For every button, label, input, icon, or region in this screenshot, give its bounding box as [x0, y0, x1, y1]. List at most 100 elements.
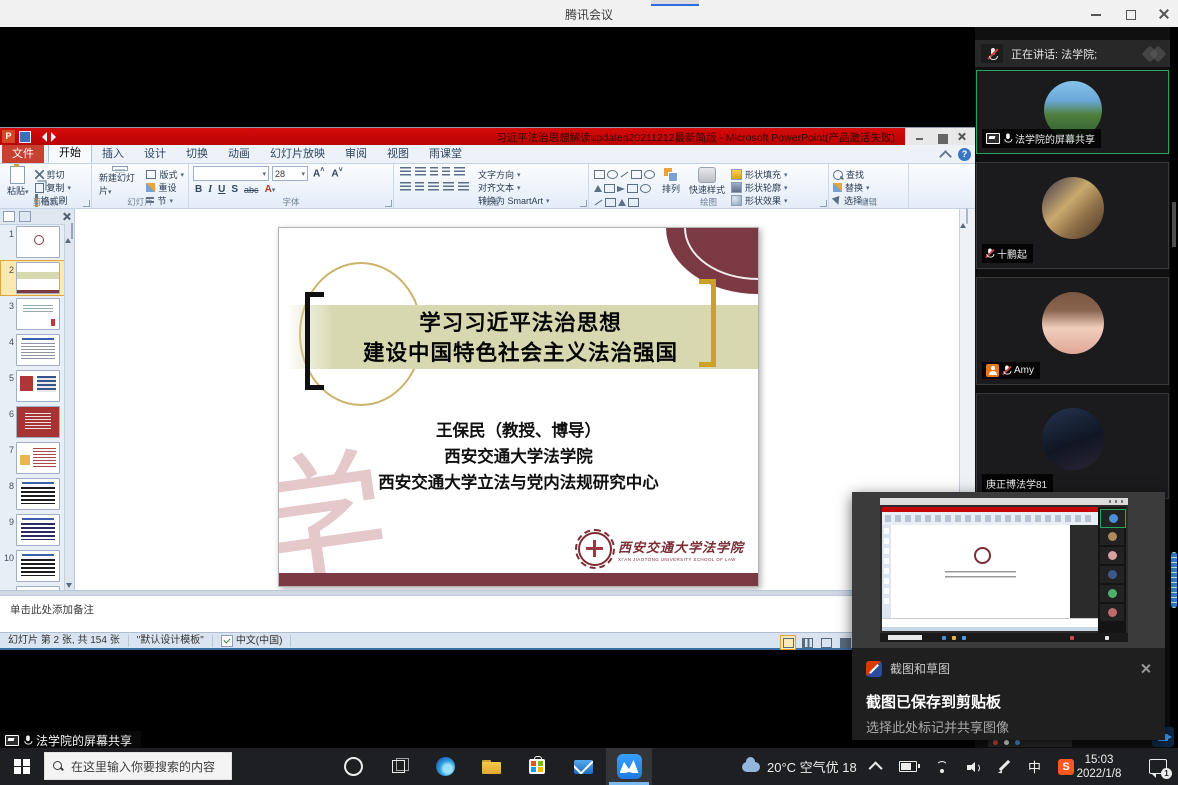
panel-scrollbar[interactable] [64, 224, 74, 590]
outline-tab-icon[interactable] [19, 211, 31, 222]
shape-outline-button[interactable]: 形状轮廓▾ [731, 181, 788, 194]
slide-canvas[interactable]: 学 学习习近平法治思想 建设中国特色社会主义法治强国 王保民（教授、博导） 西安… [75, 209, 959, 590]
minimize-icon[interactable] [1090, 8, 1102, 20]
slide-sorter-view-button[interactable] [799, 635, 815, 650]
quick-styles-button[interactable]: 快速样式 [686, 166, 728, 197]
font-color-button[interactable]: A▾ [263, 184, 278, 195]
justify-icon[interactable] [443, 182, 454, 191]
align-text-button[interactable]: 对齐文本▾ [478, 181, 550, 194]
sidebar-scrollbar-thumb[interactable] [1171, 552, 1177, 608]
bold-button[interactable]: B [193, 184, 204, 195]
help-icon[interactable]: ? [958, 148, 971, 161]
collapse-ribbon-icon[interactable] [939, 150, 952, 163]
mic-muted-box[interactable] [981, 44, 1003, 63]
bullets-icon[interactable] [400, 167, 411, 176]
action-center-button[interactable]: 1 [1138, 748, 1178, 785]
tab-file[interactable]: 文件 [2, 143, 44, 163]
font-name-select[interactable]: ▾ [193, 166, 269, 181]
font-size-select[interactable]: 28▾ [272, 166, 308, 181]
line-spacing-icon[interactable] [454, 167, 465, 176]
participant-tile-4[interactable]: 庚正博法学81 [976, 393, 1169, 499]
tencent-meeting-button[interactable] [606, 748, 652, 785]
screenshot-preview[interactable] [880, 498, 1128, 642]
redo-icon[interactable] [51, 132, 61, 142]
start-button[interactable] [0, 748, 44, 785]
ppt-restore-icon[interactable] [936, 132, 945, 141]
taskbar-search-input[interactable]: 在这里输入你要搜索的内容 [44, 752, 232, 780]
slides-tab-icon[interactable] [3, 211, 15, 222]
thumbnail-4[interactable]: 4 [0, 332, 65, 368]
text-shadow-button[interactable]: S [229, 184, 240, 195]
replace-button[interactable]: 替换▾ [833, 181, 904, 194]
thumbnail-8[interactable]: 8 [0, 476, 65, 512]
panel-close-icon[interactable] [62, 212, 71, 221]
arrange-button[interactable]: 排列 [659, 166, 683, 197]
normal-view-button[interactable] [780, 635, 796, 650]
grow-font-button[interactable]: A˄ [311, 167, 326, 179]
toast-close-icon[interactable] [1140, 663, 1151, 674]
powerpoint-app-icon[interactable]: P [2, 130, 15, 143]
status-template[interactable]: "默认设计模板" [129, 635, 213, 647]
tab-animations[interactable]: 动画 [218, 143, 260, 163]
close-icon[interactable] [1158, 8, 1170, 20]
tab-slideshow[interactable]: 幻灯片放映 [260, 143, 335, 163]
mail-button[interactable] [560, 748, 606, 785]
tab-transitions[interactable]: 切换 [176, 143, 218, 163]
wifi-icon[interactable] [934, 761, 950, 773]
reading-view-button[interactable] [818, 635, 834, 650]
italic-button[interactable]: I [206, 184, 214, 195]
thumbnail-1[interactable]: 1 [0, 224, 65, 260]
speaker-icon[interactable] [967, 761, 981, 773]
hidden-icons-chevron[interactable] [869, 761, 883, 775]
find-button[interactable]: 查找 [833, 168, 904, 181]
columns-icon[interactable] [458, 182, 469, 191]
layout-button[interactable]: 版式▾ [146, 168, 184, 181]
tab-view[interactable]: 视图 [377, 143, 419, 163]
edge-button[interactable] [422, 748, 468, 785]
ppt-minimize-icon[interactable] [915, 132, 924, 141]
undo-icon[interactable] [37, 132, 47, 142]
ime-indicator[interactable]: 中 [1028, 757, 1041, 776]
thumbnail-6[interactable]: 6 [0, 404, 65, 440]
toast-title[interactable]: 截图已保存到剪贴板 [866, 691, 1151, 712]
toast-body[interactable]: 选择此处标记并共享图像 [866, 717, 1151, 736]
thumbnail-3[interactable]: 3 [0, 296, 65, 332]
participant-tile-3[interactable]: Amy [976, 277, 1169, 385]
shape-fill-button[interactable]: 形状填充▾ [731, 168, 788, 181]
indent-decrease-icon[interactable] [430, 167, 438, 176]
align-right-icon[interactable] [428, 182, 439, 191]
store-button[interactable] [514, 748, 560, 785]
thumbnail-5[interactable]: 5 [0, 368, 65, 404]
cortana-button[interactable] [330, 748, 376, 785]
screenshot-toast[interactable]: 截图和草图 截图已保存到剪贴板 选择此处标记并共享图像 [852, 492, 1165, 740]
file-explorer-button[interactable] [468, 748, 514, 785]
pen-icon[interactable] [998, 760, 1011, 773]
maximize-icon[interactable] [1124, 8, 1136, 20]
thumbnail-11[interactable]: 11 [0, 584, 65, 590]
slide[interactable]: 学 学习习近平法治思想 建设中国特色社会主义法治强国 王保民（教授、博导） 西安… [278, 227, 759, 587]
ppt-close-icon[interactable] [957, 132, 966, 141]
thumbnail-2-selected[interactable]: 2 [0, 260, 65, 296]
shrink-font-button[interactable]: A˅ [329, 167, 344, 179]
task-view-button[interactable] [376, 748, 422, 785]
indent-increase-icon[interactable] [442, 167, 450, 176]
taskbar-weather[interactable]: 20°C 空气优 18 [742, 748, 857, 785]
notes-pane[interactable]: 单击此处添加备注 [0, 595, 975, 632]
thumbnail-9[interactable]: 9 [0, 512, 65, 548]
text-direction-button[interactable]: 文字方向▾ [478, 168, 550, 181]
status-slide-number[interactable]: 幻灯片 第 2 张, 共 154 张 [0, 635, 129, 647]
participant-tile-2[interactable]: 十鹏起 [976, 162, 1169, 269]
numbering-icon[interactable] [415, 167, 426, 176]
align-center-icon[interactable] [415, 182, 424, 191]
strikethrough-button[interactable]: abc [242, 185, 261, 195]
participant-tile-sharing[interactable]: 法学院的屏幕共享 [976, 70, 1169, 154]
reset-button[interactable]: 重设 [146, 181, 184, 194]
copy-button[interactable]: 复制▾ [35, 181, 72, 194]
shape-gallery[interactable] [593, 166, 656, 197]
tab-design[interactable]: 设计 [134, 143, 176, 163]
battery-icon[interactable] [899, 761, 917, 772]
slideshow-view-button[interactable] [837, 635, 853, 650]
tab-insert[interactable]: 插入 [92, 143, 134, 163]
paste-button[interactable]: 粘贴▾ [4, 166, 32, 197]
underline-button[interactable]: U [216, 184, 227, 195]
